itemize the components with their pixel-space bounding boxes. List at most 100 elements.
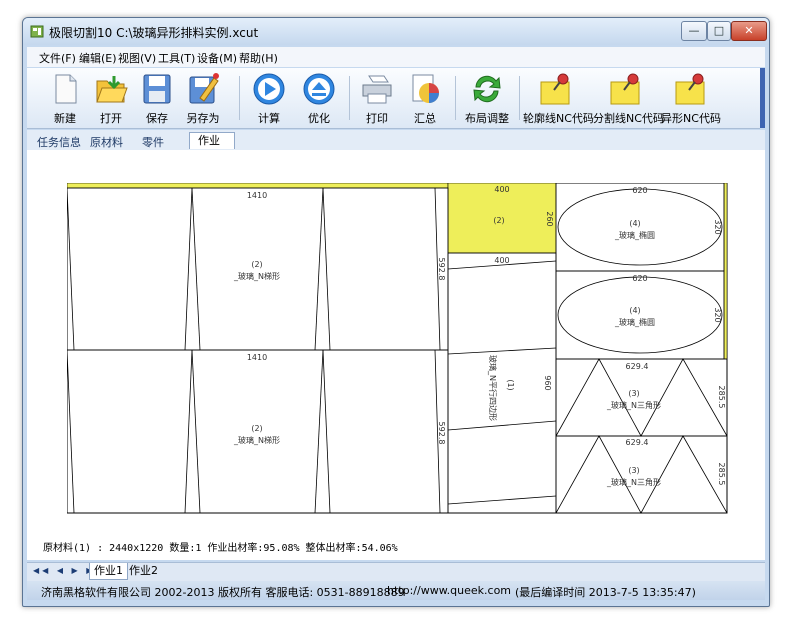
offcut-strip: [67, 183, 449, 189]
main-window: 极限切割10 C:\玻璃异形排料实例.xcut — □ ✕ 文件(F) 编辑(E…: [22, 17, 770, 607]
edge-offcut: [723, 183, 728, 360]
minimize-button[interactable]: —: [681, 21, 707, 41]
summary-button[interactable]: 汇总: [405, 70, 445, 126]
ellipse-2-width: 620: [632, 274, 647, 283]
menu-device[interactable]: 设备(M): [197, 50, 237, 66]
parallelogram-id: (1): [506, 379, 515, 390]
layout-adjust-button[interactable]: 布局调整: [461, 70, 513, 126]
save-as-icon: [189, 73, 219, 104]
save-disk-icon: [143, 74, 171, 104]
pushpin-icon: [675, 73, 705, 105]
open-folder-icon: [96, 76, 128, 103]
status-url[interactable]: http://www.queek.com: [387, 584, 511, 597]
trapezoid-2-height: 592.8: [437, 422, 446, 445]
printer-icon: [362, 75, 392, 104]
ellipse-1-name: _玻璃_椭圆: [614, 230, 655, 240]
trapezoid-2-width: 1410: [247, 353, 267, 362]
toolbar-separator: [455, 76, 456, 120]
print-button-label: 打印: [366, 112, 388, 125]
close-button[interactable]: ✕: [731, 21, 767, 41]
menu-edit[interactable]: 编辑(E): [79, 50, 117, 66]
toolbar: 新建 打开 保存 另存为 计算 优化 打印 汇总 布局调整 轮廓线NC代码 分割…: [27, 68, 760, 129]
triangle-1-name: _玻璃_N三角形: [606, 400, 661, 410]
trapezoid-1-id: (2): [251, 260, 262, 269]
small-rect-width: 400: [494, 185, 509, 194]
toolbar-overflow-grip[interactable]: [760, 68, 765, 128]
small-rect-height: 260: [545, 211, 554, 226]
trapezoid-1-name: _玻璃_N梯形: [233, 271, 280, 281]
tab-parts[interactable]: 零件: [142, 134, 164, 150]
menu-tools[interactable]: 工具(T): [158, 50, 195, 66]
layout-adjust-button-label: 布局调整: [465, 112, 509, 125]
layout-canvas: 1410 (2) _玻璃_N梯形 592.8 1410 (2) _玻璃_N梯形 …: [27, 150, 765, 560]
status-compile-time: (最后编译时间 2013-7-5 13:35:47): [515, 586, 696, 599]
ellipse-2-height: 320: [713, 307, 722, 322]
save-as-button[interactable]: 另存为: [181, 70, 225, 126]
small-rect-id: (2): [493, 216, 504, 225]
trapezoid-1-width: 1410: [247, 191, 267, 200]
ellipse-2-id: (4): [629, 306, 640, 315]
contour-nc-button-label: 轮廓线NC代码: [523, 112, 594, 125]
triangle-2-width: 629.4: [626, 438, 649, 447]
pushpin-icon: [610, 73, 640, 105]
optimize-button[interactable]: 优化: [299, 70, 339, 126]
app-icon: [30, 25, 44, 38]
new-button[interactable]: 新建: [45, 70, 85, 126]
status-bar: 济南黑格软件有限公司 2002-2013 版权所有 客服电话: 0531-889…: [27, 581, 765, 600]
save-as-button-label: 另存为: [186, 112, 220, 125]
view-tabs: 任务信息 原材料 零件 作业: [27, 130, 765, 150]
pie-chart-icon: [412, 74, 439, 103]
material-stats: 原材料(1) : 2440x1220 数量:1 作业出材率:95.08% 整体出…: [43, 543, 398, 554]
contour-nc-button[interactable]: 轮廓线NC代码: [523, 70, 594, 126]
status-company: 济南黑格软件有限公司 2002-2013 版权所有 客服电话: 0531-889…: [41, 586, 405, 599]
save-button[interactable]: 保存: [137, 70, 177, 126]
calculate-button-label: 计算: [258, 112, 280, 125]
toolbar-separator: [349, 76, 350, 120]
refresh-arrows-icon: [473, 75, 501, 103]
menu-help[interactable]: 帮助(H): [239, 50, 278, 66]
tab-jobs[interactable]: 作业: [189, 132, 235, 149]
summary-button-label: 汇总: [414, 112, 436, 125]
ellipse-1-id: (4): [629, 219, 640, 228]
ellipse-2-name: _玻璃_椭圆: [614, 317, 655, 327]
trapezoid-1-height: 592.8: [437, 258, 446, 281]
split-nc-button-label: 分割线NC代码: [593, 112, 664, 125]
shape-nc-button-label: 异形NC代码: [661, 112, 721, 125]
trapezoid-2-id: (2): [251, 424, 262, 433]
triangle-1-width: 629.4: [626, 362, 649, 371]
eject-icon: [303, 73, 335, 105]
parallelogram-width: 400: [494, 256, 509, 265]
cutting-layout[interactable]: 1410 (2) _玻璃_N梯形 592.8 1410 (2) _玻璃_N梯形 …: [67, 183, 729, 514]
title-bar[interactable]: 极限切割10 C:\玻璃异形排料实例.xcut — □ ✕: [23, 18, 769, 45]
window-title: 极限切割10 C:\玻璃异形排料实例.xcut: [49, 26, 259, 40]
shape-nc-button[interactable]: 异形NC代码: [661, 70, 721, 126]
menu-bar: 文件(F) 编辑(E) 视图(V) 工具(T) 设备(M) 帮助(H): [27, 47, 765, 67]
calculate-button[interactable]: 计算: [249, 70, 289, 126]
maximize-button[interactable]: □: [707, 21, 731, 41]
print-button[interactable]: 打印: [357, 70, 397, 126]
save-button-label: 保存: [146, 112, 168, 125]
optimize-button-label: 优化: [308, 112, 330, 125]
menu-file[interactable]: 文件(F): [39, 50, 76, 66]
menu-view[interactable]: 视图(V): [118, 50, 156, 66]
new-file-icon: [55, 74, 77, 104]
open-button[interactable]: 打开: [91, 70, 131, 126]
triangle-2-id: (3): [628, 466, 639, 475]
tab-task-info[interactable]: 任务信息: [37, 134, 81, 150]
triangle-1-id: (3): [628, 389, 639, 398]
triangle-2-height: 285.5: [717, 463, 726, 486]
pushpin-icon: [540, 73, 570, 105]
parallelogram-height: 960: [543, 375, 552, 390]
trapezoid-2-name: _玻璃_N梯形: [233, 435, 280, 445]
open-button-label: 打开: [100, 112, 122, 125]
tab-raw-material[interactable]: 原材料: [90, 134, 123, 150]
ellipse-1-width: 620: [632, 186, 647, 195]
sheet-tab-bar: ◀◀ ◀ ▶ ▶▶ 作业1 作业2: [27, 562, 765, 581]
split-nc-button[interactable]: 分割线NC代码: [593, 70, 664, 126]
toolbar-separator: [519, 76, 520, 120]
ellipse-1-height: 320: [713, 219, 722, 234]
new-button-label: 新建: [54, 112, 76, 125]
triangle-2-name: _玻璃_N三角形: [606, 477, 661, 487]
sheet-tab-1[interactable]: 作业1: [89, 563, 128, 580]
sheet-tab-2[interactable]: 作业2: [125, 563, 162, 579]
